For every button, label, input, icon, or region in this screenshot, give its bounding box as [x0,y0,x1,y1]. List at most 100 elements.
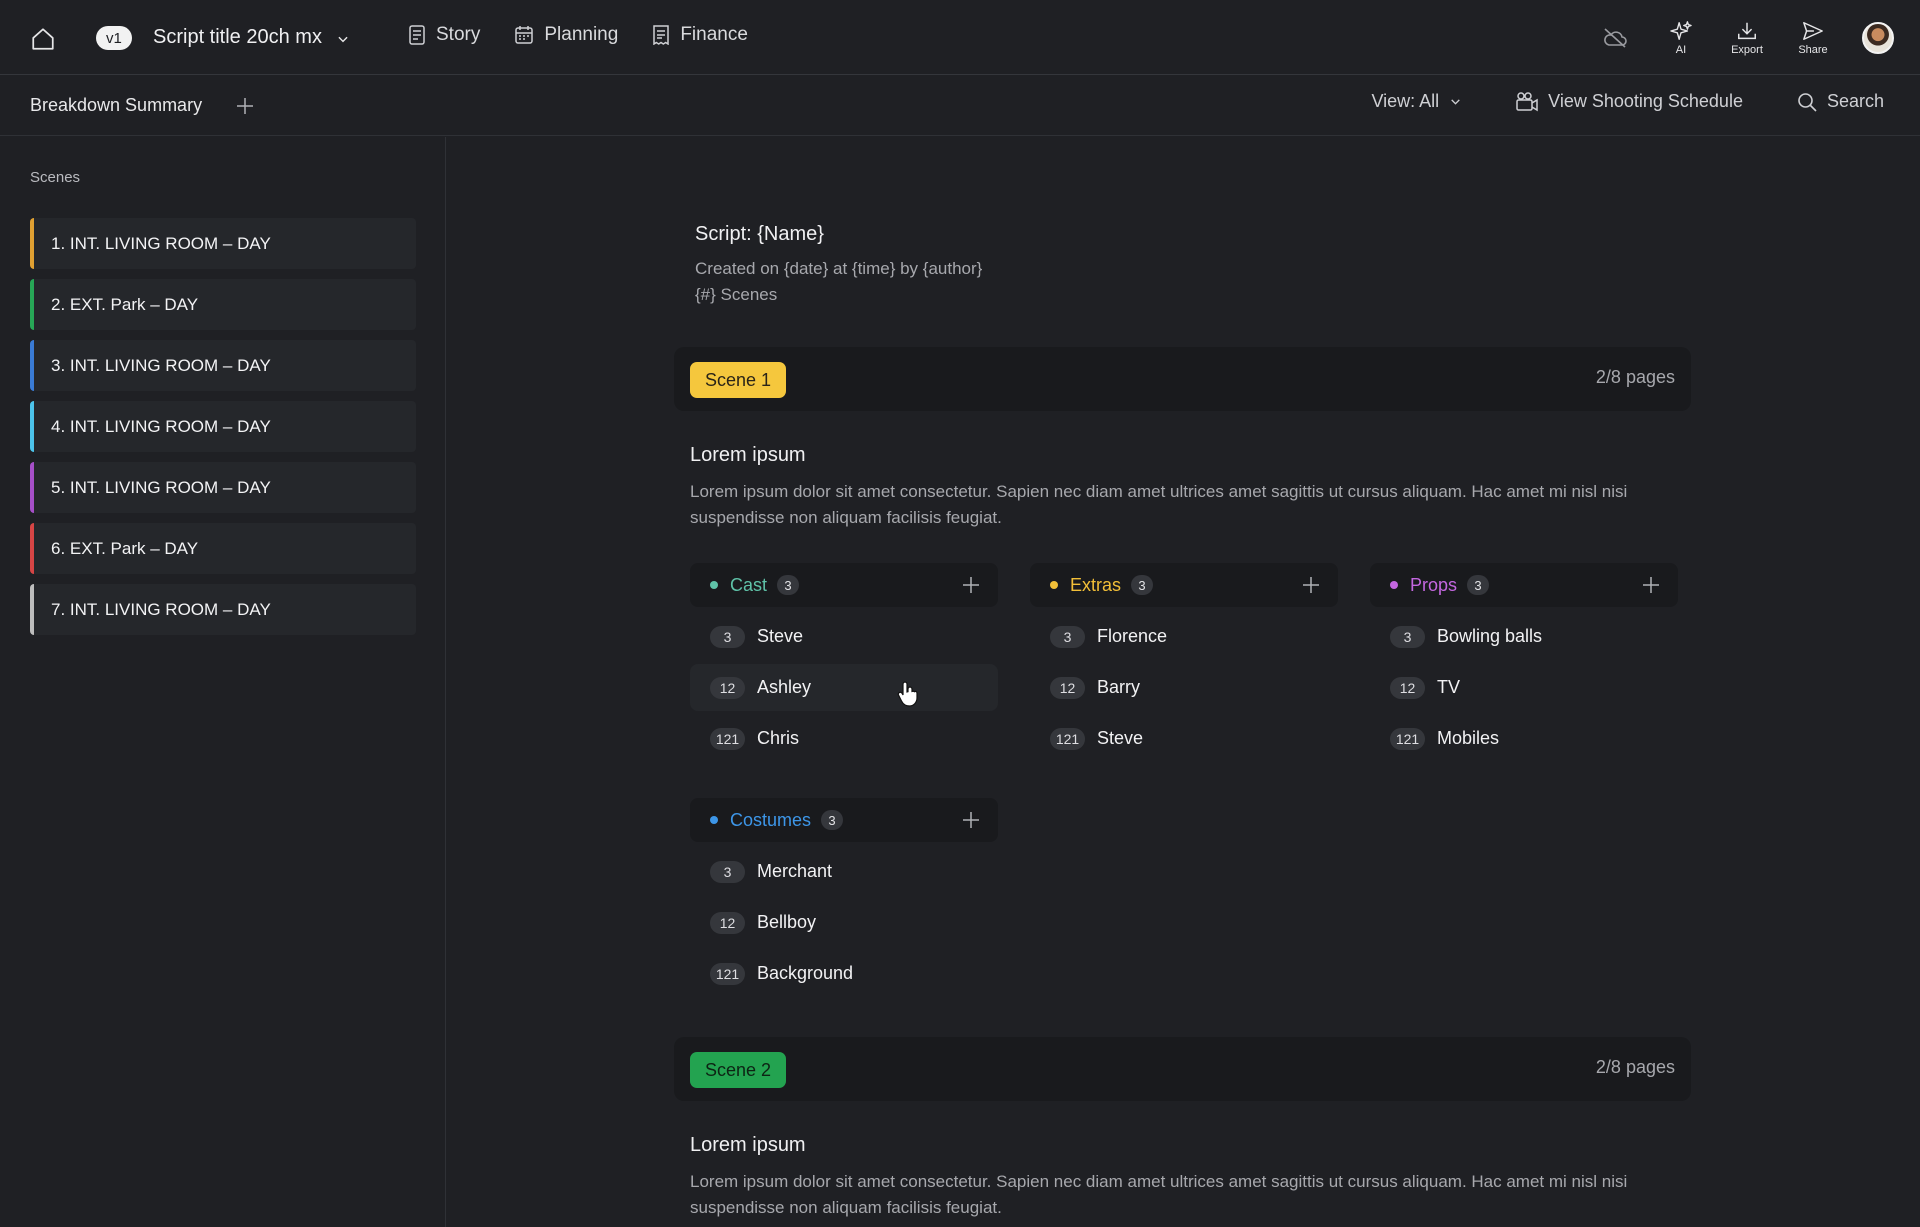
chevron-down-icon [1451,99,1460,105]
chevron-down-icon [338,36,348,42]
category-item[interactable]: 121 Mobiles [1370,715,1678,762]
main-nav: Story Planning Finance [408,24,748,46]
item-name: Mobiles [1437,728,1500,748]
view-shooting-schedule-label: View Shooting Schedule [1548,91,1743,111]
sidebar-scene-item[interactable]: 1. INT. LIVING ROOM – DAY [30,218,416,269]
item-name: Bellboy [757,912,817,932]
category-name: Props [1410,574,1458,595]
ai-button[interactable]: AI [1648,20,1714,56]
search-button[interactable]: Search [1797,91,1884,112]
nav-finance[interactable]: Finance [652,24,748,46]
sidebar-scene-item[interactable]: 3. INT. LIVING ROOM – DAY [30,340,416,391]
item-name: Merchant [757,861,833,881]
cloud-off-icon [1604,27,1627,48]
plus-icon [237,98,253,114]
category-item[interactable]: 121 Background [690,950,998,997]
scene-badge[interactable]: Scene 2 [690,1052,787,1088]
item-number: 12 [1050,676,1085,699]
sub-bar: Breakdown Summary View: All View Shootin… [0,76,1920,136]
item-number: 3 [1050,625,1085,648]
add-item-button[interactable] [960,809,982,831]
add-item-button[interactable] [960,574,982,596]
cloud-sync-button[interactable] [1582,27,1648,49]
category-item[interactable]: 121 Chris [690,715,998,762]
send-icon [1803,21,1823,40]
scene-block: Scene 1 2/8 pages Lorem ipsum Lorem ipsu… [674,347,1691,1043]
category-item[interactable]: 3 Bowling balls [1370,613,1678,660]
scene-description: Lorem ipsum dolor sit amet consectetur. … [690,482,1628,527]
category-dot-icon [710,581,718,589]
sidebar-scene-item[interactable]: 2. EXT. Park – DAY [30,279,416,330]
search-label: Search [1826,91,1884,111]
category-count: 3 [1131,575,1154,595]
category-props: Props 3 3 Bowling balls 12 TV 121 Mobiles [1370,563,1678,766]
share-button[interactable]: Share [1780,20,1846,56]
category-item[interactable]: 121 Steve [1030,715,1338,762]
export-button[interactable]: Export [1714,20,1780,56]
script-title: Script title 20ch mx [153,26,322,48]
scene-block: Scene 2 2/8 pages Lorem ipsum Lorem ipsu… [674,1037,1691,1221]
category-item[interactable]: 12 Barry [1030,664,1338,711]
category-item[interactable]: 3 Florence [1030,613,1338,660]
item-number: 121 [1050,727,1085,750]
search-icon [1798,92,1817,112]
add-item-button[interactable] [1640,574,1662,596]
category-item[interactable]: 12 TV [1370,664,1678,711]
item-number: 12 [710,676,745,699]
category-item[interactable]: 3 Merchant [690,848,998,895]
view-shooting-schedule-button[interactable]: View Shooting Schedule [1516,91,1743,112]
add-item-button[interactable] [1300,574,1322,596]
sidebar-scene-item[interactable]: 5. INT. LIVING ROOM – DAY [30,462,416,513]
nav-finance-label: Finance [680,24,748,45]
nav-story[interactable]: Story [408,24,480,46]
item-number: 3 [710,860,745,883]
category-item[interactable]: 3 Steve [690,613,998,660]
sidebar-scene-item[interactable]: 6. EXT. Park – DAY [30,523,416,574]
home-button[interactable] [26,22,60,56]
item-name: Chris [757,728,800,748]
nav-story-label: Story [436,24,481,45]
calendar-icon [515,26,534,44]
scenes-sidebar: Scenes 1. INT. LIVING ROOM – DAY 2. EXT. … [0,137,446,1227]
camera-icon [1516,91,1538,111]
category-count: 3 [777,575,800,595]
item-name: TV [1437,677,1461,697]
plus-icon [1303,577,1319,593]
item-name: Ashley [757,677,812,697]
plus-icon [963,577,979,593]
nav-planning[interactable]: Planning [514,24,618,46]
hand-cursor-icon [897,680,921,713]
ai-label: AI [1675,43,1687,56]
category-header: Costumes 3 [690,798,998,842]
top-actions: AI Export Share [1582,0,1920,75]
category-item[interactable]: 12 Ashley [690,664,998,711]
category-item[interactable]: 12 Bellboy [690,899,998,946]
item-number: 121 [1390,727,1425,750]
user-avatar[interactable] [1862,21,1894,54]
scene-pages: 2/8 pages [1595,367,1675,387]
scene-description: Lorem ipsum dolor sit amet consectetur. … [690,1172,1628,1217]
sparkle-icon [1670,20,1692,40]
sidebar-heading: Scenes [30,169,81,186]
category-dot-icon [1050,581,1058,589]
document-icon [409,25,425,45]
scene-header: Scene 1 2/8 pages [674,347,1691,411]
sidebar-scene-item[interactable]: 7. INT. LIVING ROOM – DAY [30,584,416,635]
category-dot-icon [1390,581,1398,589]
breakdown-summary-tab[interactable]: Breakdown Summary [30,95,202,116]
item-name: Bowling balls [1437,626,1543,646]
script-title-dropdown[interactable]: Script title 20ch mx [153,26,350,49]
item-number: 121 [710,727,745,750]
home-icon [32,28,54,50]
scene-badge[interactable]: Scene 1 [690,362,787,398]
view-filter-dropdown[interactable]: View: All [1371,91,1462,112]
item-name: Florence [1097,626,1168,646]
add-tab-button[interactable] [233,94,257,118]
sidebar-scene-item[interactable]: 4. INT. LIVING ROOM – DAY [30,401,416,452]
category-header: Props 3 [1370,563,1678,607]
main-content: Script: {Name} Created on {date} at {tim… [447,137,1920,1227]
category-name: Cast [730,574,768,595]
item-number: 3 [1390,625,1425,648]
top-bar: v1 Script title 20ch mx Story Planning F… [0,0,1920,75]
version-badge[interactable]: v1 [96,26,132,50]
